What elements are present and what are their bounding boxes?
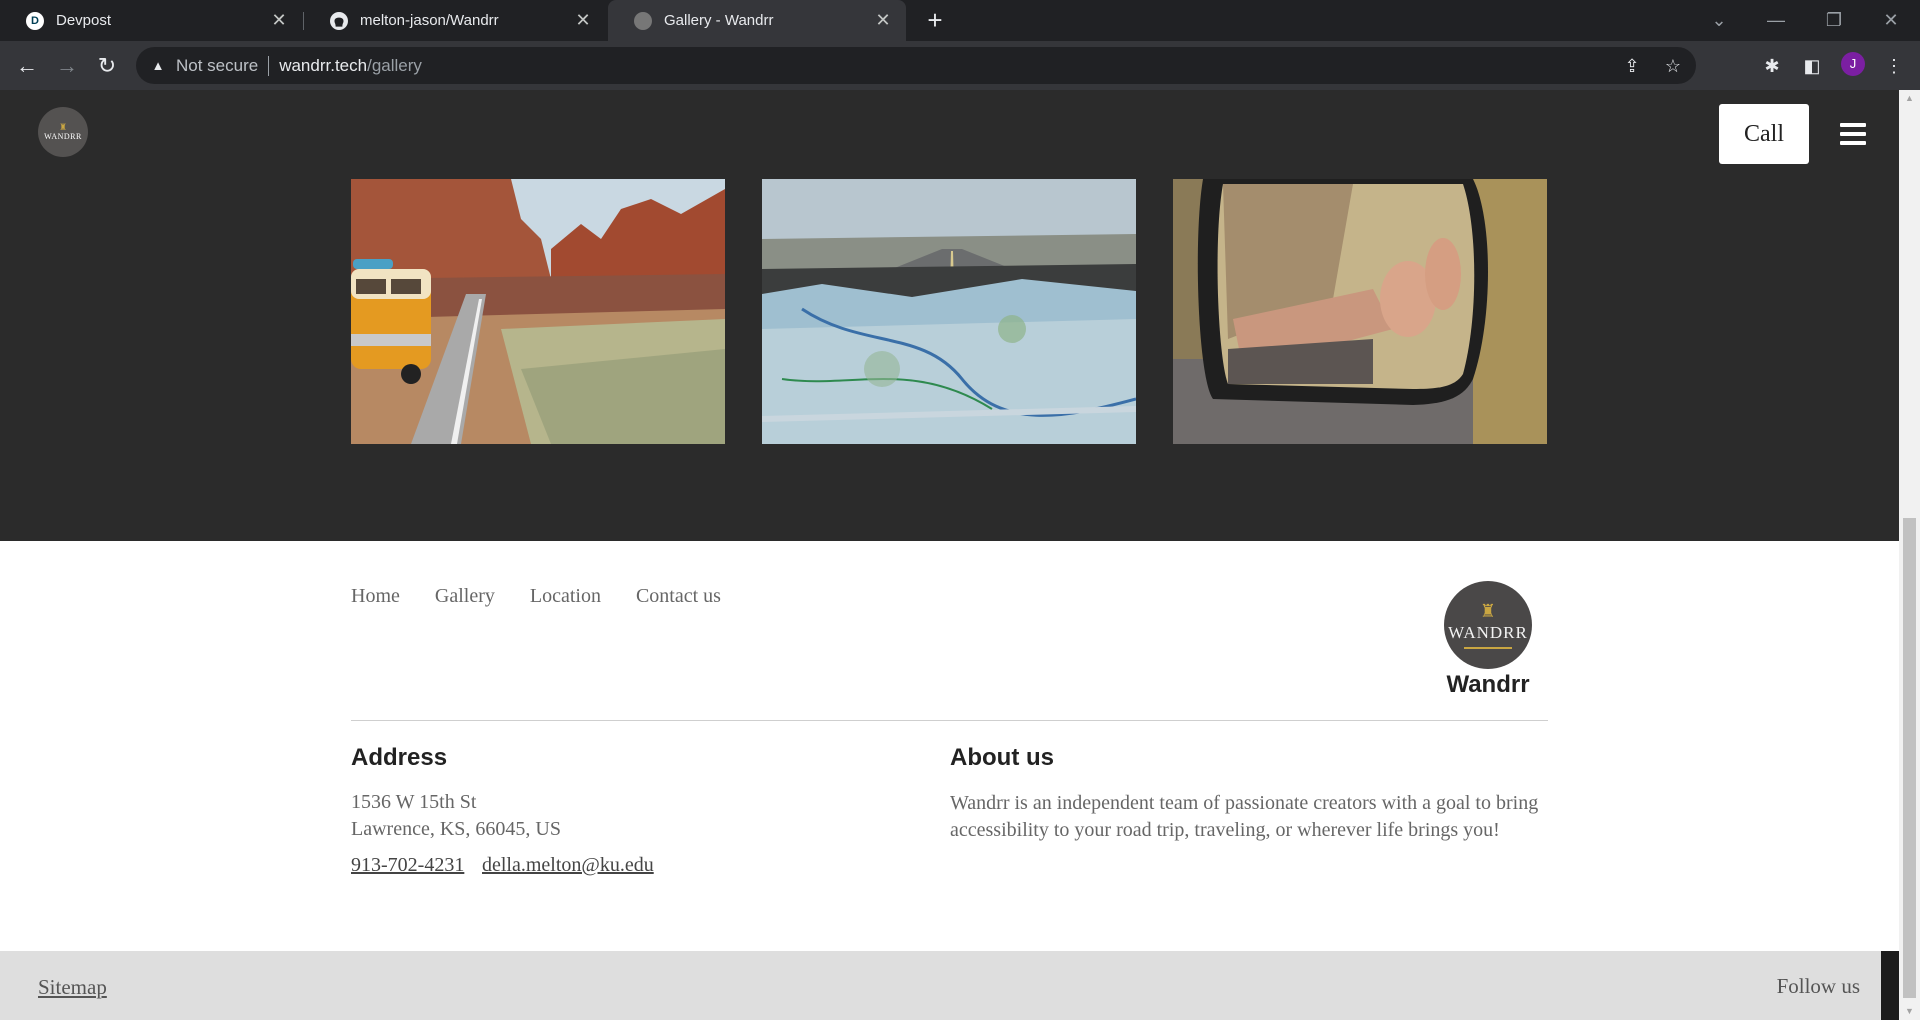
address-line-1: 1536 W 15th St xyxy=(351,791,477,813)
address-line-2: Lawrence, KS, 66045, US xyxy=(351,818,561,840)
call-button[interactable]: Call xyxy=(1719,104,1809,164)
sitemap-link[interactable]: Sitemap xyxy=(38,975,107,1000)
bottom-bar-edge xyxy=(1881,951,1899,1020)
close-window-button[interactable]: ✕ xyxy=(1876,6,1906,34)
site-logo[interactable]: ♜ WANDRR xyxy=(38,107,88,157)
address-heading: Address xyxy=(351,744,448,771)
security-label: Not secure xyxy=(176,55,259,75)
about-text: Wandrr is an independent team of passion… xyxy=(950,792,1539,841)
follow-us-label: Follow us xyxy=(1776,974,1860,998)
scroll-up-arrow[interactable]: ▲ xyxy=(1899,90,1920,107)
wandrr-icon xyxy=(634,11,652,30)
footer-nav: Home Gallery Location Contact us xyxy=(351,585,721,608)
bottom-bar: Sitemap Follow us xyxy=(0,951,1881,1020)
browser-tabstrip: D Devpost ✕ melton-jason/Wandrr ✕ Galler… xyxy=(0,0,1920,41)
tab-search-icon[interactable]: ⌄ xyxy=(1704,6,1734,34)
gallery-photo-van[interactable] xyxy=(351,179,725,444)
footer-link-home[interactable]: Home xyxy=(351,585,400,608)
footer-link-gallery[interactable]: Gallery xyxy=(435,585,495,608)
about-heading: About us xyxy=(950,744,1054,771)
address-bar[interactable]: ▲ Not secure wandrr.tech/gallery ☆ ⇪ xyxy=(136,47,1696,84)
page-scrollbar[interactable]: ▲ ▼ xyxy=(1899,90,1920,1020)
page-viewport: ♜ WANDRR Call Home Gallery Location Cont… xyxy=(0,90,1899,1020)
photo-gallery xyxy=(351,179,1548,444)
restore-button[interactable]: ❐ xyxy=(1819,6,1849,34)
url-path: /gallery xyxy=(367,55,422,75)
tab-devpost[interactable]: D Devpost ✕ xyxy=(0,0,302,41)
address-divider xyxy=(268,55,270,76)
site-header: ♜ WANDRR Call xyxy=(0,90,1899,178)
minimize-button[interactable]: — xyxy=(1761,6,1791,34)
phone-link[interactable]: 913-702-4231 xyxy=(351,854,464,877)
footer-divider xyxy=(351,720,1548,721)
hamburger-menu-icon[interactable] xyxy=(1840,123,1866,145)
gallery-photo-map[interactable] xyxy=(762,179,1136,444)
tab-title: melton-jason/Wandrr xyxy=(360,12,499,29)
url-host: wandrr.tech xyxy=(279,55,368,75)
scroll-thumb[interactable] xyxy=(1903,518,1916,998)
github-icon xyxy=(330,11,348,30)
side-panel-icon[interactable]: ◧ xyxy=(1802,56,1822,76)
reload-button[interactable]: ↻ xyxy=(92,51,122,81)
menu-dots-icon[interactable]: ⋮ xyxy=(1884,56,1904,76)
forward-button[interactable]: → xyxy=(52,51,82,81)
footer-link-contact[interactable]: Contact us xyxy=(636,585,721,608)
tab-github[interactable]: melton-jason/Wandrr ✕ xyxy=(304,0,606,41)
close-icon[interactable]: ✕ xyxy=(874,11,892,29)
back-button[interactable]: ← xyxy=(12,51,42,81)
scroll-down-arrow[interactable]: ▼ xyxy=(1899,1003,1920,1020)
new-tab-button[interactable]: + xyxy=(922,7,948,34)
tab-title: Devpost xyxy=(56,12,112,29)
logo-text: WANDRR xyxy=(44,132,82,141)
devpost-icon: D xyxy=(26,11,44,30)
footer-link-location[interactable]: Location xyxy=(530,585,601,608)
close-icon[interactable]: ✕ xyxy=(574,11,592,29)
castle-icon: ♜ xyxy=(1479,600,1497,621)
email-link[interactable]: della.melton@ku.edu xyxy=(482,854,654,877)
browser-toolbar: ← → ↻ ▲ Not secure wandrr.tech/gallery ☆… xyxy=(0,41,1920,90)
extensions-icon[interactable]: ✱ xyxy=(1762,56,1782,76)
footer-brand-name: Wandrr xyxy=(1446,671,1530,698)
tab-gallery-wandrr[interactable]: Gallery - Wandrr ✕ xyxy=(608,0,906,41)
close-icon[interactable]: ✕ xyxy=(270,11,288,29)
logo-text: WANDRR xyxy=(1448,622,1528,642)
site-footer: Home Gallery Location Contact us ♜ WANDR… xyxy=(0,541,1899,951)
logo-tagline-bar xyxy=(1464,646,1512,649)
tab-title: Gallery - Wandrr xyxy=(664,12,774,29)
footer-logo[interactable]: ♜ WANDRR xyxy=(1444,581,1532,669)
warning-icon[interactable]: ▲ xyxy=(150,58,166,74)
gallery-photo-mirror[interactable] xyxy=(1173,179,1547,444)
castle-icon: ♜ xyxy=(58,122,68,132)
bookmark-star-icon[interactable]: ☆ xyxy=(1663,56,1683,76)
share-icon[interactable]: ⇪ xyxy=(1622,56,1642,76)
profile-avatar[interactable]: J xyxy=(1841,52,1865,76)
